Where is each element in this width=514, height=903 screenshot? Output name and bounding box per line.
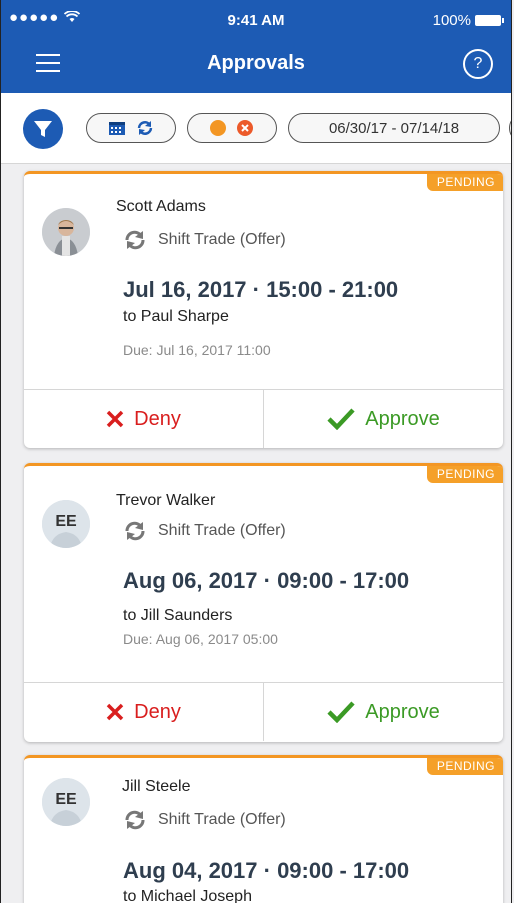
request-type-label: Shift Trade (Offer) bbox=[158, 231, 286, 248]
employee-name: Jill Steele bbox=[122, 778, 191, 795]
calendar-icon bbox=[109, 122, 125, 135]
card-actions: Deny Approve bbox=[24, 682, 503, 741]
date-range-chip[interactable]: 06/30/17 - 07/14/18 bbox=[288, 113, 500, 143]
due-date: Due: Jul 16, 2017 11:00 bbox=[123, 342, 271, 358]
deny-button[interactable]: Deny bbox=[24, 683, 264, 741]
avatar bbox=[42, 208, 90, 256]
swap-icon bbox=[137, 121, 153, 135]
due-date: Due: Aug 06, 2017 05:00 bbox=[123, 631, 278, 647]
shift-trade-icon bbox=[125, 230, 145, 250]
approval-card: PENDING EE Trevor Walker Shift Trade (Of… bbox=[24, 463, 503, 742]
status-filter-chip[interactable] bbox=[187, 113, 277, 143]
shift-time: Aug 06, 2017 · 09:00 - 17:00 bbox=[123, 568, 410, 593]
card-actions: Deny Approve bbox=[24, 389, 503, 448]
approve-button[interactable]: Approve bbox=[264, 390, 503, 448]
status-badge: PENDING bbox=[426, 174, 503, 191]
request-type: Shift Trade (Offer) bbox=[124, 230, 286, 250]
app-frame: ●●●●● 9:41 AM 100% Approvals ? 06/30/17 … bbox=[0, 0, 512, 903]
shift-trade-icon bbox=[125, 810, 145, 830]
request-type: Shift Trade (Offer) bbox=[124, 521, 286, 541]
trade-recipient: to Paul Sharpe bbox=[123, 308, 229, 325]
approval-card: PENDING Scott Adams Shift Trade (Offer) … bbox=[24, 171, 503, 448]
avatar: EE bbox=[42, 778, 90, 826]
x-icon bbox=[106, 410, 124, 428]
filter-button[interactable] bbox=[23, 109, 63, 149]
request-type: Shift Trade (Offer) bbox=[124, 810, 286, 830]
deny-button[interactable]: Deny bbox=[24, 390, 264, 448]
battery-percent: 100% bbox=[432, 12, 471, 29]
trade-recipient: to Michael Joseph bbox=[123, 888, 252, 903]
help-button[interactable]: ? bbox=[463, 49, 493, 79]
approve-label: Approve bbox=[365, 407, 440, 430]
status-bar: ●●●●● 9:41 AM 100% bbox=[1, 0, 511, 40]
filter-bar: 06/30/17 - 07/14/18 bbox=[1, 93, 511, 164]
user-photo-icon bbox=[42, 208, 90, 256]
schedule-filter-chip[interactable] bbox=[86, 113, 176, 143]
request-type-label: Shift Trade (Offer) bbox=[158, 811, 286, 828]
approval-card: PENDING EE Jill Steele Shift Trade (Offe… bbox=[24, 755, 503, 903]
deny-label: Deny bbox=[134, 407, 181, 430]
avatar: EE bbox=[42, 500, 90, 548]
deny-label: Deny bbox=[134, 700, 181, 723]
avatar-initials: EE bbox=[55, 513, 77, 530]
battery-status: 100% bbox=[432, 12, 504, 29]
header: ●●●●● 9:41 AM 100% Approvals ? bbox=[1, 0, 511, 93]
date-range-label: 06/30/17 - 07/14/18 bbox=[328, 119, 460, 137]
trade-recipient: to Jill Saunders bbox=[123, 607, 233, 624]
shift-time: Jul 16, 2017 · 15:00 - 21:00 bbox=[123, 277, 399, 302]
shift-trade-icon bbox=[125, 521, 145, 541]
avatar-initials: EE bbox=[55, 791, 77, 808]
battery-icon bbox=[475, 15, 504, 26]
status-badge: PENDING bbox=[426, 758, 503, 775]
nav-bar: Approvals ? bbox=[1, 42, 511, 86]
employee-name: Scott Adams bbox=[116, 198, 206, 215]
checkmark-icon bbox=[327, 701, 355, 723]
x-icon bbox=[106, 703, 124, 721]
status-badge: PENDING bbox=[426, 466, 503, 483]
approve-button[interactable]: Approve bbox=[264, 683, 503, 741]
more-filter-chip[interactable] bbox=[509, 113, 511, 143]
employee-name: Trevor Walker bbox=[116, 492, 216, 509]
shift-time: Aug 04, 2017 · 09:00 - 17:00 bbox=[123, 858, 410, 883]
pending-dot-icon bbox=[210, 120, 226, 136]
funnel-icon bbox=[34, 121, 52, 137]
request-type-label: Shift Trade (Offer) bbox=[158, 522, 286, 539]
checkmark-icon bbox=[327, 408, 355, 430]
approve-label: Approve bbox=[365, 700, 440, 723]
close-circle-icon[interactable] bbox=[236, 119, 254, 137]
page-title: Approvals bbox=[207, 52, 305, 74]
